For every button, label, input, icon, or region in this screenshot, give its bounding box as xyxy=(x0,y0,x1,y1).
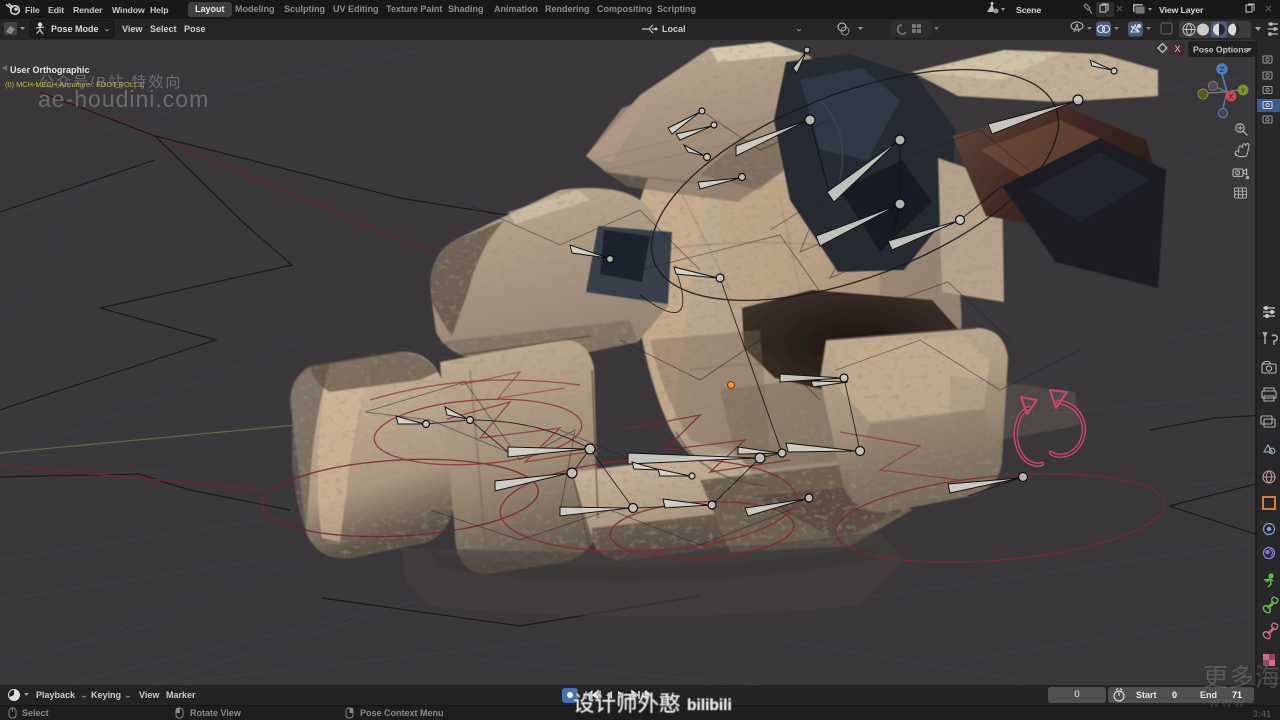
svg-text:Z: Z xyxy=(1220,65,1225,74)
svg-text:bilibili: bilibili xyxy=(687,697,732,714)
svg-text:X: X xyxy=(1229,94,1234,101)
svg-text:Y: Y xyxy=(1241,88,1246,95)
svg-text:设计师外憨: 设计师外憨 xyxy=(573,692,681,716)
svg-text:Pose Options: Pose Options xyxy=(1193,45,1249,55)
svg-text:X: X xyxy=(1174,44,1180,54)
